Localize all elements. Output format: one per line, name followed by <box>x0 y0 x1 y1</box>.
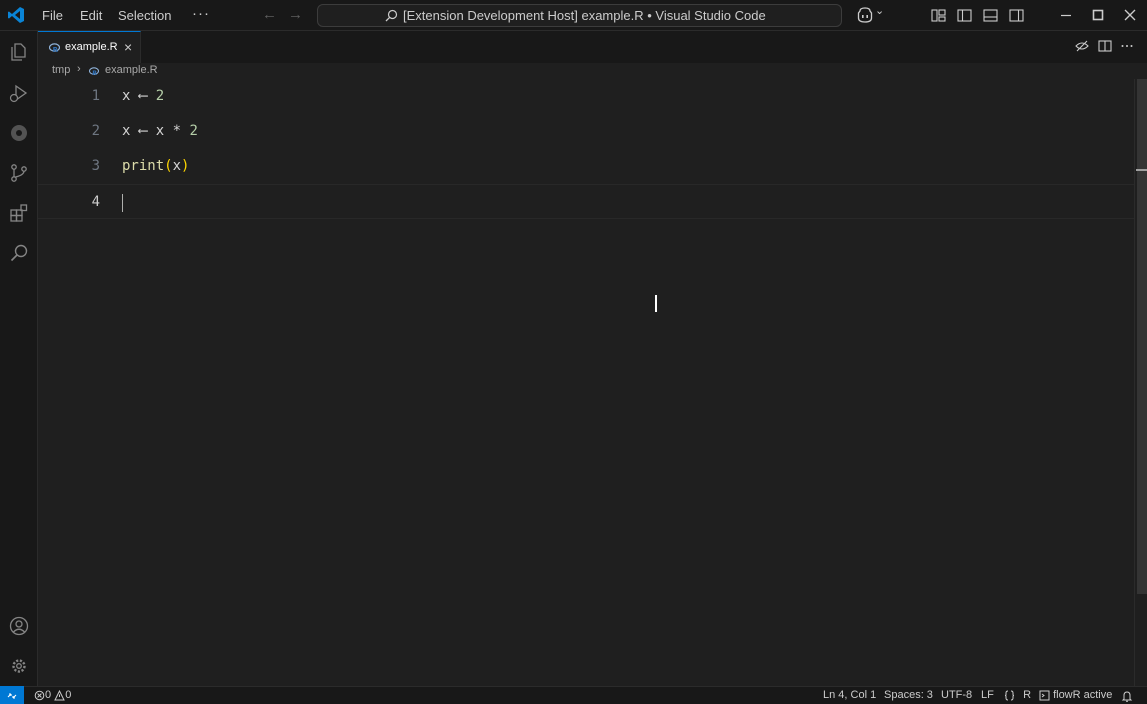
menu-selection[interactable]: Selection <box>114 6 175 25</box>
line-number: 2 <box>91 123 100 139</box>
customize-layout-icon[interactable] <box>931 8 946 23</box>
status-bar: 0 0 Ln 4, Col 1 Spaces: 3 UTF-8 LF R flo… <box>0 686 1147 704</box>
forward-arrow-icon[interactable]: → <box>288 6 303 23</box>
search-icon <box>385 9 398 22</box>
command-center-title: [Extension Development Host] example.R •… <box>403 8 766 23</box>
tab-label: example.R <box>65 41 118 53</box>
code-token-fn: print <box>122 158 165 174</box>
extension-activity-icon[interactable] <box>8 122 30 144</box>
code-line-current[interactable]: 4 <box>38 184 1134 219</box>
menu-more-button[interactable]: ··· <box>192 5 210 22</box>
language-label: R <box>1023 689 1032 701</box>
code-token-op: ⟵ <box>130 88 156 104</box>
title-bar: File Edit Selection ··· ← → [Extension D… <box>0 0 1147 31</box>
code-token-var: x <box>155 123 165 139</box>
encoding[interactable]: UTF-8 <box>941 689 972 701</box>
maximize-icon[interactable] <box>1088 5 1108 25</box>
code-text[interactable]: print(x) <box>122 158 189 174</box>
chevron-down-icon: ⌄ <box>875 5 885 17</box>
indentation[interactable]: Spaces: 3 <box>884 689 933 701</box>
editor-tabs: R example.R × <box>38 31 1147 63</box>
remote-icon <box>7 693 17 699</box>
remote-indicator[interactable] <box>0 686 24 704</box>
svg-text:R: R <box>92 70 97 76</box>
run-and-debug-icon[interactable] <box>8 82 30 104</box>
code-text[interactable]: x ⟵ 2 <box>122 88 164 104</box>
activity-bar <box>0 31 38 686</box>
tab-example-r[interactable]: R example.R × <box>38 31 141 63</box>
code-token-paren: ( <box>164 158 173 174</box>
explorer-icon[interactable] <box>8 41 30 63</box>
line-number: 4 <box>91 194 100 210</box>
r-file-icon: R <box>89 67 99 76</box>
code-token-paren: ) <box>181 158 190 174</box>
end-of-line[interactable]: LF <box>981 689 994 701</box>
vscode-logo-icon <box>8 7 24 23</box>
braces-icon <box>1004 690 1015 701</box>
code-editor[interactable]: 1 x ⟵ 2 2 x ⟵ x * 2 3 print(x) 4 <box>38 79 1147 686</box>
terminal-icon <box>1039 690 1050 701</box>
more-actions-icon[interactable] <box>1120 39 1134 53</box>
code-token-num: 2 <box>189 123 198 139</box>
search-icon[interactable] <box>8 242 30 264</box>
breadcrumb: tmp › R example.R <box>38 63 1147 79</box>
breadcrumb-separator: › <box>77 63 81 75</box>
code-line[interactable]: 2 x ⟵ x * 2 <box>38 114 1134 149</box>
bell-icon[interactable] <box>1121 690 1133 702</box>
breadcrumb-file[interactable]: example.R <box>105 64 158 76</box>
mouse-ibeam-cursor-icon <box>655 295 657 312</box>
flowr-status-label: flowR active <box>1053 689 1113 701</box>
text-cursor <box>122 194 123 212</box>
line-number: 3 <box>91 158 100 174</box>
copilot-button[interactable]: ⌄ <box>856 5 885 25</box>
error-count: 0 <box>45 689 52 701</box>
code-line[interactable]: 3 print(x) <box>38 149 1134 184</box>
code-text[interactable]: x ⟵ x * 2 <box>122 123 198 139</box>
breadcrumb-folder[interactable]: tmp <box>52 64 70 76</box>
problems-indicator[interactable]: 0 0 <box>34 689 71 701</box>
minimize-icon[interactable] <box>1056 5 1076 25</box>
code-token-var: x <box>172 158 182 174</box>
code-token-op: ⟵ <box>130 123 156 139</box>
flowr-status[interactable]: flowR active <box>1039 689 1112 701</box>
extensions-icon[interactable] <box>8 202 30 224</box>
cursor-position[interactable]: Ln 4, Col 1 <box>823 689 876 701</box>
cursor-overview-mark <box>1136 169 1147 171</box>
eye-closed-icon[interactable] <box>1075 39 1089 53</box>
warning-icon <box>54 689 65 701</box>
toggle-primary-sidebar-icon[interactable] <box>957 8 972 23</box>
error-icon <box>34 690 45 700</box>
menu-edit[interactable]: Edit <box>76 6 106 25</box>
warning-count: 0 <box>65 689 72 701</box>
language-mode[interactable]: R <box>1004 689 1031 701</box>
code-token-num: 2 <box>155 88 165 104</box>
toggle-secondary-sidebar-icon[interactable] <box>1009 8 1024 23</box>
copilot-icon <box>857 7 873 23</box>
svg-text:R: R <box>53 46 59 53</box>
line-number: 1 <box>91 88 100 104</box>
scroll-thumb[interactable] <box>1137 79 1147 594</box>
close-icon[interactable]: × <box>124 40 136 54</box>
r-file-icon: R <box>49 43 60 53</box>
gear-icon[interactable] <box>8 655 30 677</box>
command-center[interactable]: [Extension Development Host] example.R •… <box>317 4 842 27</box>
code-token-op: * <box>164 123 190 139</box>
account-icon[interactable] <box>8 615 30 637</box>
split-editor-icon[interactable] <box>1098 39 1112 53</box>
menu-file[interactable]: File <box>38 6 67 25</box>
source-control-icon[interactable] <box>8 162 30 184</box>
close-window-icon[interactable] <box>1120 5 1140 25</box>
back-arrow-icon[interactable]: ← <box>262 6 277 23</box>
code-line[interactable]: 1 x ⟵ 2 <box>38 79 1134 114</box>
editor-scrollbar[interactable] <box>1134 79 1147 686</box>
toggle-panel-icon[interactable] <box>983 8 998 23</box>
